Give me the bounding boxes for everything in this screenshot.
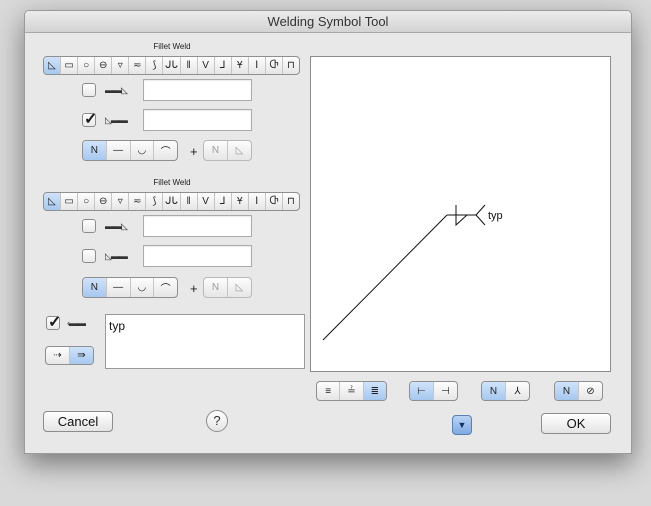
- window-title: Welding Symbol Tool: [25, 11, 631, 33]
- other-side-weld-type-option-4[interactable]: ▿: [112, 193, 130, 210]
- arrow-side-section-label: Fillet Weld: [153, 42, 191, 51]
- preview-layer-option-0[interactable]: ≡: [317, 382, 341, 400]
- weld-symbol-drawing: typ: [322, 204, 503, 341]
- other-side-contour-option-0[interactable]: N: [83, 278, 107, 297]
- tail-checkbox[interactable]: ✓: [46, 314, 61, 331]
- tail-icon: ‹▬▬: [67, 318, 86, 328]
- preview-field-weld-selector: N ⅄: [481, 381, 530, 401]
- other-side-weld-type-option-10[interactable]: ⅃: [215, 193, 232, 210]
- arrow-side-weld-type-option-5[interactable]: ≂: [129, 57, 147, 74]
- other-side-contour-option-2[interactable]: ◡: [131, 278, 155, 297]
- tail-upper-line: [475, 204, 486, 216]
- other-side-finish-selector: N ◺: [203, 277, 252, 298]
- arrow-side-finish-selector: N ◺: [203, 140, 252, 161]
- other-side-weld-type-option-12[interactable]: Ⅰ: [249, 193, 266, 210]
- preview-flag-option-1[interactable]: ⊣: [434, 382, 457, 400]
- other-side-section-label: Fillet Weld: [153, 178, 191, 187]
- other-side-contour-option-3[interactable]: ⌒: [154, 278, 177, 297]
- ok-button[interactable]: OK: [541, 413, 611, 434]
- other-side-finish-option-1: ◺: [235, 282, 244, 293]
- preview-all-around-selector: N ⊘: [554, 381, 603, 401]
- other-side-weld-type-option-3[interactable]: ⊖: [95, 193, 113, 210]
- tail-lower-line: [475, 214, 486, 226]
- plus-label: +: [190, 281, 198, 296]
- arrow-side-row2-checkbox[interactable]: ✓: [82, 111, 97, 128]
- other-side-contour-selector: N — ◡ ⌒: [82, 277, 178, 298]
- arrow-side-contour-option-1[interactable]: —: [107, 141, 131, 160]
- arrow-leader-line: [322, 214, 448, 341]
- arrow-direction-option-1[interactable]: ⇛: [70, 347, 93, 364]
- other-side-weld-type-option-9[interactable]: V: [198, 193, 215, 210]
- other-side-weld-type-selector: ◺ ▭ ○ ⊖ ▿ ≂ ⟆ ᒍᒐ ‖ V ⅃ Ұ Ⅰ Ⴇ ⊓: [43, 192, 300, 211]
- field-weld-left-icon: ▬▬◺: [105, 85, 128, 95]
- other-side-weld-type-option-14[interactable]: ⊓: [283, 193, 299, 210]
- arrow-side-weld-type-option-7[interactable]: ᒍᒐ: [163, 57, 181, 74]
- other-side-weld-type-option-11[interactable]: Ұ: [232, 193, 249, 210]
- other-side-weld-type-option-7[interactable]: ᒍᒐ: [163, 193, 181, 210]
- arrow-side-finish-option-1: ◺: [235, 145, 244, 156]
- arrow-side-contour-option-2[interactable]: ◡: [131, 141, 155, 160]
- preview-flag-selector: ⊢ ⊣: [409, 381, 458, 401]
- disclosure-button[interactable]: ▼: [452, 415, 472, 435]
- field-weld-left-icon: ▬▬◺: [105, 221, 128, 231]
- other-side-weld-type-option-5[interactable]: ≂: [129, 193, 147, 210]
- weld-symbol-preview: typ: [310, 56, 611, 372]
- checkmark-icon: ✓: [48, 314, 62, 331]
- arrow-side-weld-type-option-14[interactable]: ⊓: [283, 57, 299, 74]
- preview-all-around-option-1[interactable]: ⊘: [579, 382, 602, 400]
- preview-field-weld-option-1[interactable]: ⅄: [506, 382, 529, 400]
- arrow-side-weld-type-selector: ◺ ▭ ○ ⊖ ▿ ≂ ⟆ ᒍᒐ ‖ V ⅃ Ұ Ⅰ Ⴇ ⊓: [43, 56, 300, 75]
- arrow-side-weld-type-option-13[interactable]: Ⴇ: [266, 57, 283, 74]
- welding-symbol-dialog: Welding Symbol Tool Fillet Weld ◺ ▭ ○ ⊖ ▿ ≂ ⟆ ᒍ…: [24, 10, 632, 454]
- other-side-weld-type-option-2[interactable]: ○: [78, 193, 96, 210]
- tail-text-area[interactable]: typ: [105, 314, 305, 369]
- arrow-side-row1-checkbox[interactable]: [82, 83, 96, 97]
- preview-flag-option-0[interactable]: ⊢: [410, 382, 434, 400]
- arrow-side-contour-option-0[interactable]: N: [83, 141, 107, 160]
- arrow-side-weld-type-option-11[interactable]: Ұ: [232, 57, 249, 74]
- arrow-side-row2-field[interactable]: [143, 109, 252, 131]
- arrow-side-weld-type-option-3[interactable]: ⊖: [95, 57, 113, 74]
- arrow-direction-option-0[interactable]: ⇢: [46, 347, 70, 364]
- plus-label: +: [190, 144, 198, 159]
- other-side-finish-option-0: N: [204, 278, 228, 297]
- other-side-weld-type-option-13[interactable]: Ⴇ: [266, 193, 283, 210]
- arrow-side-contour-selector: N — ◡ ⌒: [82, 140, 178, 161]
- arrow-side-weld-type-option-9[interactable]: V: [198, 57, 215, 74]
- checkmark-icon: ✓: [84, 111, 98, 128]
- cancel-button[interactable]: Cancel: [43, 411, 113, 432]
- preview-layer-selector: ≡ ≟ ≣: [316, 381, 387, 401]
- arrow-side-row1-field[interactable]: [143, 79, 252, 101]
- arrow-side-weld-type-option-8[interactable]: ‖: [181, 57, 198, 74]
- preview-tail-text: typ: [488, 210, 503, 222]
- preview-all-around-option-0[interactable]: N: [555, 382, 579, 400]
- other-side-weld-type-option-1[interactable]: ▭: [61, 193, 79, 210]
- arrow-direction-selector: ⇢ ⇛: [45, 346, 94, 365]
- other-side-row1-checkbox[interactable]: [82, 219, 96, 233]
- other-side-weld-type-option-0[interactable]: ◺: [44, 193, 62, 210]
- arrow-side-weld-type-option-0[interactable]: ◺: [44, 57, 62, 74]
- other-side-weld-type-option-6[interactable]: ⟆: [146, 193, 164, 210]
- arrow-side-weld-type-option-4[interactable]: ▿: [112, 57, 130, 74]
- arrow-side-finish-option-0: N: [204, 141, 228, 160]
- field-weld-right-icon: ◺▬▬: [105, 251, 128, 261]
- arrow-side-contour-option-3[interactable]: ⌒: [154, 141, 177, 160]
- other-side-weld-type-option-8[interactable]: ‖: [181, 193, 198, 210]
- preview-layer-option-2[interactable]: ≣: [363, 382, 386, 400]
- arrow-side-weld-type-option-12[interactable]: Ⅰ: [249, 57, 266, 74]
- other-side-row2-checkbox[interactable]: [82, 249, 96, 263]
- arrow-side-weld-type-option-1[interactable]: ▭: [61, 57, 79, 74]
- preview-layer-option-1[interactable]: ≟: [340, 382, 364, 400]
- arrow-side-weld-type-option-6[interactable]: ⟆: [146, 57, 164, 74]
- arrow-side-weld-type-option-10[interactable]: ⅃: [215, 57, 232, 74]
- arrow-side-weld-type-option-2[interactable]: ○: [78, 57, 96, 74]
- other-side-row1-field[interactable]: [143, 215, 252, 237]
- other-side-contour-option-1[interactable]: —: [107, 278, 131, 297]
- field-weld-right-icon: ◺▬▬: [105, 115, 128, 125]
- help-button[interactable]: ?: [206, 410, 228, 432]
- preview-field-weld-option-0[interactable]: N: [482, 382, 506, 400]
- other-side-row2-field[interactable]: [143, 245, 252, 267]
